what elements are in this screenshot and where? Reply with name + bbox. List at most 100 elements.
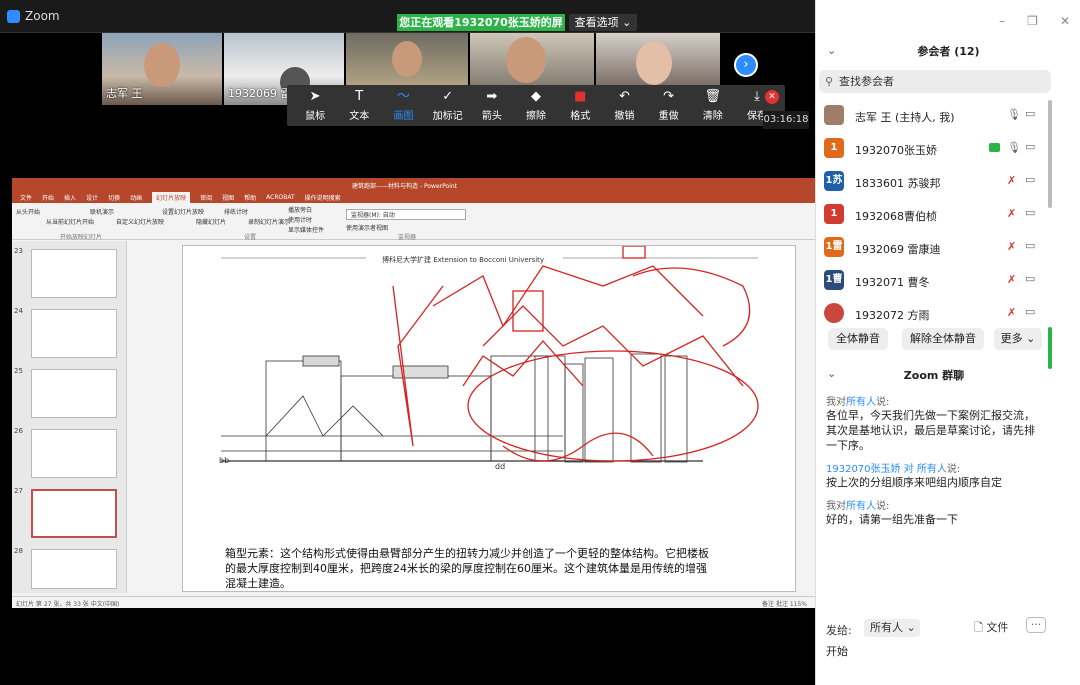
- send-to-select[interactable]: 所有人 ⌄: [864, 619, 920, 637]
- slide-thumbnail[interactable]: [31, 249, 117, 298]
- participant-row[interactable]: 志军 王 (主持人, 我) 🎙 ▭: [816, 99, 1052, 132]
- close-icon[interactable]: ✕: [1060, 14, 1070, 28]
- section-label-dd: dd: [495, 462, 506, 471]
- ribbon-item[interactable]: 联机演示: [90, 207, 114, 216]
- ppt-tab[interactable]: 视图: [222, 193, 234, 202]
- ppt-title-bar: 建筑跑部——材料与构造 - PowerPoint: [12, 178, 815, 191]
- restore-icon[interactable]: ❐: [1027, 14, 1038, 28]
- more-options-icon[interactable]: ···: [1026, 617, 1046, 633]
- participant-row[interactable]: 1曹 1932071 曹冬 ✗ ▭: [816, 264, 1052, 297]
- mic-muted-icon[interactable]: ✗: [1007, 240, 1016, 253]
- ppt-tab[interactable]: 文件: [20, 193, 32, 202]
- next-page-arrow-icon[interactable]: ›: [734, 53, 758, 77]
- more-button[interactable]: 更多 ⌄: [994, 328, 1042, 350]
- slide-number: 27: [14, 487, 23, 495]
- ribbon-checkbox[interactable]: 使用计时: [288, 215, 312, 224]
- mic-muted-icon[interactable]: ✗: [1007, 174, 1016, 187]
- eraser-icon: ◆: [531, 89, 542, 104]
- slide-thumbnail[interactable]: [31, 309, 117, 358]
- avatar: 1曹: [824, 270, 844, 290]
- chat-input[interactable]: 开始: [826, 643, 848, 659]
- ribbon-checkbox[interactable]: 使用演示者视图: [346, 223, 388, 232]
- slide-number: 24: [14, 307, 23, 315]
- mic-muted-icon[interactable]: ✗: [1007, 273, 1016, 286]
- tool-clear[interactable]: 🗑 清除: [691, 85, 735, 126]
- participant-search-input[interactable]: ⚲ 查找参会者: [819, 70, 1051, 93]
- ppt-tab[interactable]: 切换: [108, 193, 120, 202]
- tool-arrow[interactable]: ➡ 箭头: [470, 85, 514, 126]
- camera-icon[interactable]: ▭: [1025, 206, 1035, 219]
- camera-icon[interactable]: ▭: [1025, 305, 1035, 318]
- slide-thumbnail[interactable]: [31, 429, 117, 478]
- participant-face: [392, 41, 422, 77]
- ribbon-item[interactable]: 排练计时: [224, 207, 248, 216]
- participant-row[interactable]: 1 1932070张玉娇 🎙 ▭: [816, 132, 1052, 165]
- draw-icon: 〜: [396, 89, 410, 104]
- avatar: 1: [824, 138, 844, 158]
- ribbon-checkbox[interactable]: 播放旁白: [288, 205, 312, 214]
- participant-row[interactable]: 1 1932068曹伯桢 ✗ ▭: [816, 198, 1052, 231]
- view-options-button[interactable]: 查看选项 ⌄: [569, 14, 637, 31]
- ppt-tab[interactable]: 操作说明搜索: [305, 193, 341, 202]
- participant-row[interactable]: 1苏 1833601 苏骏邦 ✗ ▭: [816, 165, 1052, 198]
- mic-on-icon[interactable]: 🎙: [1007, 108, 1021, 121]
- mic-on-icon[interactable]: 🎙: [1007, 141, 1021, 154]
- ppt-tab[interactable]: 开始: [42, 193, 54, 202]
- ribbon-item[interactable]: 录制幻灯片演示: [248, 217, 290, 226]
- ribbon-item[interactable]: 设置幻灯片放映: [162, 207, 204, 216]
- ribbon-item[interactable]: 从当前幻灯片开始: [46, 217, 94, 226]
- tool-undo[interactable]: ↶ 撤销: [602, 85, 646, 126]
- tool-mouse[interactable]: ➤ 鼠标: [293, 85, 337, 126]
- annotation-toolbar: ➤ 鼠标 T 文本 〜画图 ✓ 加标记 ➡ 箭头 ◆ 擦除 ■ 格式 ↶ 撤销 ↷ 重做 🗑 清除…: [287, 85, 785, 126]
- camera-icon[interactable]: ▭: [1025, 140, 1035, 153]
- video-stage: 志军 王 1932069 雷 › ➤ 鼠标 T 文本 〜画图 ✓ 加标记 ➡ 箭头 ◆ 擦…: [0, 33, 815, 685]
- mic-muted-icon[interactable]: ✗: [1007, 306, 1016, 319]
- minimize-icon[interactable]: –: [999, 14, 1005, 28]
- unmute-all-button[interactable]: 解除全体静音: [902, 328, 984, 350]
- chat-header: ⌄ Zoom 群聊: [816, 362, 1052, 386]
- tool-stamp[interactable]: ✓ 加标记: [426, 85, 470, 126]
- meeting-timer: 03:16:18: [763, 111, 809, 129]
- tool-draw[interactable]: 〜画图: [381, 85, 425, 126]
- chat-message: 1932070张玉娇 对 所有人说: 按上次的分组顺序来吧组内顺序自定: [826, 464, 1002, 489]
- close-annotation-icon[interactable]: ✕: [765, 90, 779, 104]
- file-button[interactable]: 🗋 文件: [974, 619, 1008, 638]
- tool-text[interactable]: T 文本: [337, 85, 381, 126]
- tool-redo[interactable]: ↷ 重做: [647, 85, 691, 126]
- checkmark-icon: ✓: [442, 89, 454, 104]
- ppt-tab[interactable]: ACROBAT: [266, 194, 295, 201]
- ppt-tab[interactable]: 插入: [64, 193, 76, 202]
- ppt-tab[interactable]: 帮助: [244, 193, 256, 202]
- slide-number: 26: [14, 427, 23, 435]
- camera-icon[interactable]: ▭: [1025, 239, 1035, 252]
- participant-row[interactable]: 1雷 1932069 雷康迪 ✗ ▭: [816, 231, 1052, 264]
- save-icon: ⤓: [754, 89, 760, 104]
- ppt-tab[interactable]: 审阅: [200, 193, 212, 202]
- slide-thumbnail-selected[interactable]: [31, 489, 117, 538]
- ribbon-item[interactable]: 从头开始: [16, 207, 40, 216]
- slide-thumbnail[interactable]: [31, 549, 117, 589]
- ribbon-group-label: 开始放映幻灯片: [60, 234, 103, 241]
- camera-icon[interactable]: ▭: [1025, 173, 1035, 186]
- tool-format[interactable]: ■ 格式: [558, 85, 602, 126]
- video-tile-1[interactable]: 志军 王: [102, 33, 222, 105]
- ribbon-checkbox[interactable]: 显示媒体控件: [288, 225, 324, 234]
- shared-powerpoint-window: 建筑跑部——材料与构造 - PowerPoint 文件 开始 插入 设计 切换 …: [12, 178, 815, 608]
- chat-message: 我对所有人说: 各位早，今天我们先做一下案例汇报交流，其次是基地认识，最后是草案…: [826, 397, 1035, 452]
- participant-list-scrollbar[interactable]: [1048, 100, 1052, 208]
- monitor-select[interactable]: 监视器(M): 自动: [346, 209, 466, 220]
- arrow-icon: ➡: [486, 89, 498, 104]
- mute-all-button[interactable]: 全体静音: [828, 328, 888, 350]
- camera-icon[interactable]: ▭: [1025, 107, 1035, 120]
- ribbon-item[interactable]: 自定义幻灯片放映: [116, 217, 164, 226]
- mic-muted-icon[interactable]: ✗: [1007, 207, 1016, 220]
- tool-eraser[interactable]: ◆ 擦除: [514, 85, 558, 126]
- ppt-tab[interactable]: 动画: [130, 193, 142, 202]
- format-color-icon: ■: [574, 89, 587, 104]
- slide-thumbnail[interactable]: [31, 369, 117, 418]
- send-to-label: 发给: 所有人 ⌄: [826, 619, 920, 638]
- camera-icon[interactable]: ▭: [1025, 272, 1035, 285]
- ribbon-item[interactable]: 隐藏幻灯片: [196, 217, 226, 226]
- ppt-tab-active[interactable]: 幻灯片放映: [152, 191, 191, 203]
- ppt-tab[interactable]: 设计: [86, 193, 98, 202]
